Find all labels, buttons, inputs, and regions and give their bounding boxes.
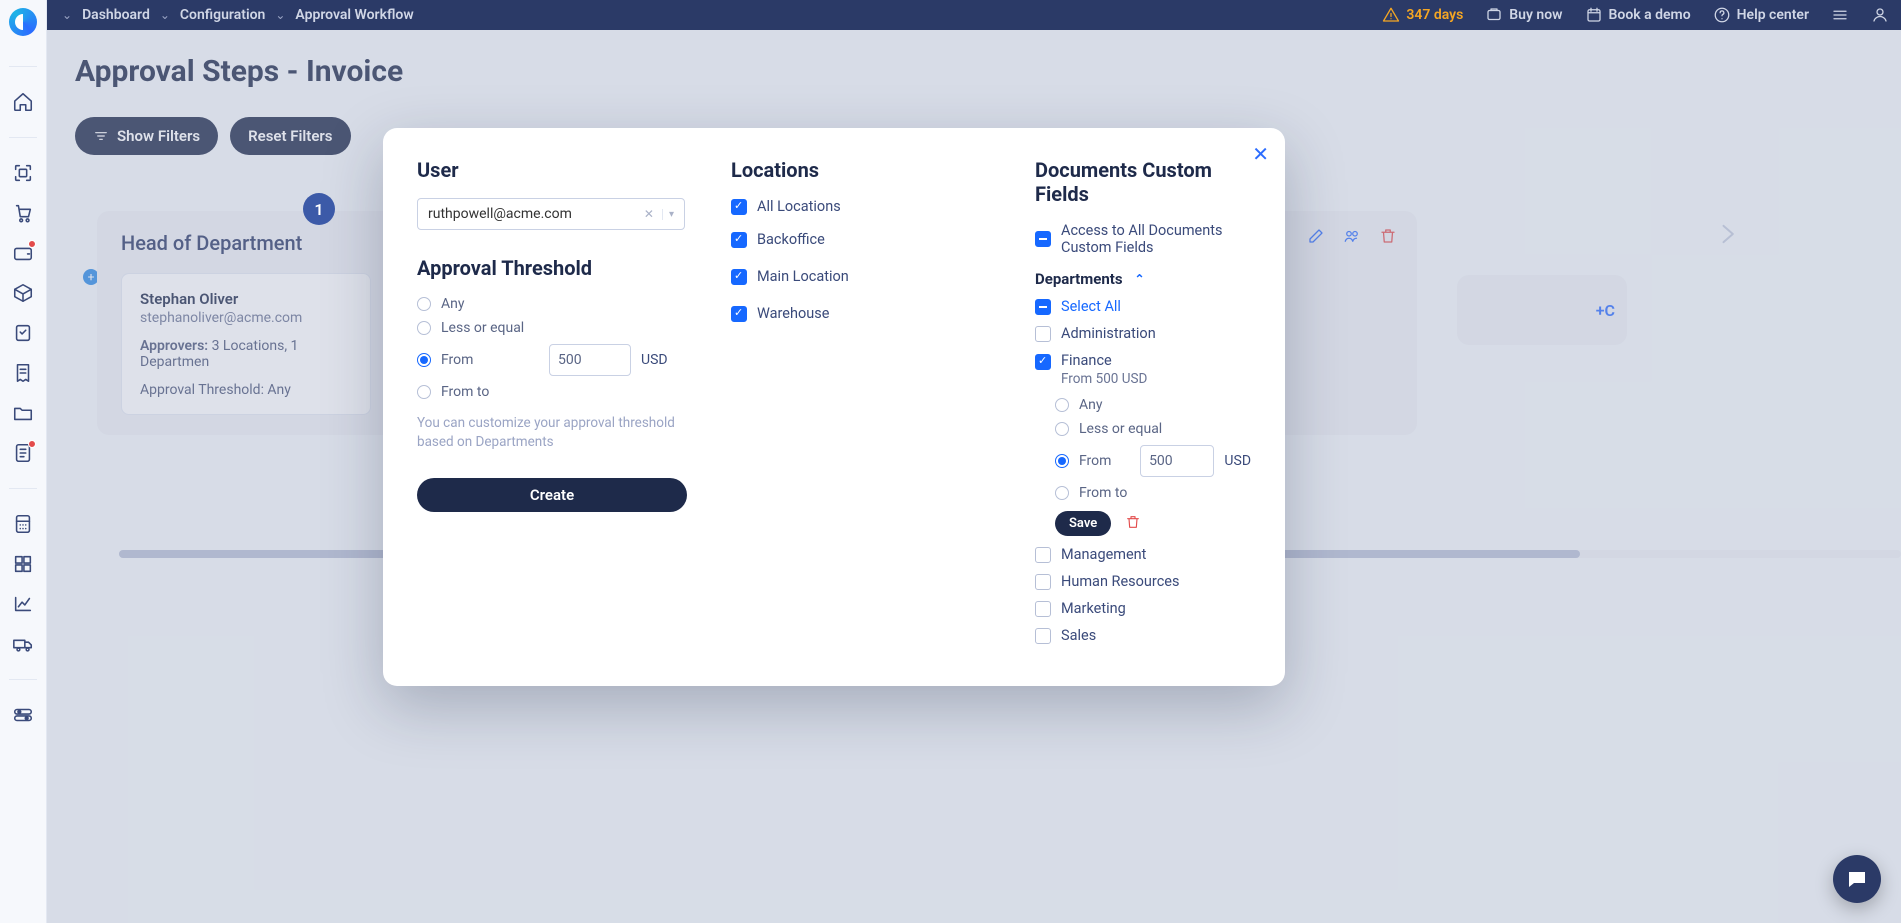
- help-center-label: Help center: [1737, 7, 1809, 23]
- buy-now-link[interactable]: Buy now: [1485, 6, 1562, 24]
- nested-le-radio[interactable]: [1055, 422, 1069, 436]
- threshold-fromto-radio[interactable]: [417, 385, 431, 399]
- locations-heading: Locations: [731, 158, 991, 182]
- book-demo-label: Book a demo: [1609, 7, 1691, 23]
- threshold-heading: Approval Threshold: [417, 256, 687, 280]
- departments-accordion[interactable]: Departments⌃: [1035, 270, 1251, 288]
- close-icon[interactable]: ✕: [1252, 142, 1269, 166]
- breadcrumb-approval-workflow[interactable]: Approval Workflow: [295, 7, 413, 23]
- chevron-down-icon: ⌄: [275, 8, 285, 22]
- loc-backoffice-checkbox[interactable]: [731, 232, 747, 248]
- invoice-icon[interactable]: [12, 442, 34, 464]
- book-demo-link[interactable]: Book a demo: [1585, 6, 1691, 24]
- threshold-le-radio[interactable]: [417, 321, 431, 335]
- top-nav: ⌄ Dashboard ⌄ Configuration ⌄ Approval W…: [0, 0, 1901, 30]
- nested-currency-label: USD: [1224, 453, 1251, 469]
- dropdown-icon[interactable]: ▾: [662, 209, 674, 220]
- dept-sales-checkbox[interactable]: [1035, 628, 1051, 644]
- chevron-down-icon: ⌄: [62, 8, 72, 22]
- chat-bubble-button[interactable]: [1833, 855, 1881, 903]
- dept-finance-checkbox[interactable]: [1035, 354, 1051, 370]
- trial-days[interactable]: 347 days: [1382, 6, 1463, 24]
- trial-days-label: 347 days: [1406, 7, 1463, 23]
- nested-value-input[interactable]: 500: [1140, 445, 1214, 477]
- threshold-hint: You can customize your approval threshol…: [417, 414, 687, 452]
- nested-fromto-radio[interactable]: [1055, 486, 1069, 500]
- settings-toggle-icon[interactable]: [12, 704, 34, 726]
- scan-icon[interactable]: [12, 162, 34, 184]
- help-center-link[interactable]: Help center: [1713, 6, 1809, 24]
- chart-icon[interactable]: [12, 593, 34, 615]
- help-icon: [1713, 6, 1731, 24]
- access-all-checkbox[interactable]: [1035, 231, 1051, 247]
- folder-icon[interactable]: [12, 402, 34, 424]
- delete-threshold-icon[interactable]: [1125, 514, 1141, 534]
- calendar-icon: [1585, 6, 1603, 24]
- user-icon[interactable]: [1871, 6, 1889, 24]
- select-all-link[interactable]: Select All: [1061, 298, 1121, 315]
- user-heading: User: [417, 158, 687, 182]
- dept-hr-checkbox[interactable]: [1035, 574, 1051, 590]
- save-button[interactable]: Save: [1055, 511, 1111, 536]
- cart-rail-icon[interactable]: [12, 202, 34, 224]
- truck-icon[interactable]: [12, 633, 34, 655]
- home-icon[interactable]: [12, 91, 34, 113]
- threshold-any-radio[interactable]: [417, 297, 431, 311]
- package-icon[interactable]: [12, 282, 34, 304]
- user-select[interactable]: ruthpowell@acme.com ✕ ▾: [417, 198, 685, 230]
- dept-management-checkbox[interactable]: [1035, 547, 1051, 563]
- nested-from-radio[interactable]: [1055, 454, 1069, 468]
- chevron-down-icon: ⌄: [160, 8, 170, 22]
- chevron-up-icon: ⌃: [1135, 272, 1145, 286]
- user-select-value: ruthpowell@acme.com: [428, 206, 572, 222]
- boxes-icon[interactable]: [12, 553, 34, 575]
- cart-icon: [1485, 6, 1503, 24]
- breadcrumb: ⌄ Dashboard ⌄ Configuration ⌄ Approval W…: [62, 7, 414, 23]
- calculator-icon[interactable]: [12, 513, 34, 535]
- step-number-badge: 1: [303, 193, 335, 225]
- loc-warehouse-checkbox[interactable]: [731, 306, 747, 322]
- main-area: Approval Steps - Invoice Show Filters Re…: [47, 30, 1901, 923]
- checklist-icon[interactable]: [12, 322, 34, 344]
- select-all-checkbox[interactable]: [1035, 299, 1051, 315]
- dept-marketing-checkbox[interactable]: [1035, 601, 1051, 617]
- warning-icon: [1382, 6, 1400, 24]
- breadcrumb-configuration[interactable]: Configuration: [180, 7, 265, 23]
- receipt-icon[interactable]: [12, 362, 34, 384]
- menu-icon[interactable]: [1831, 6, 1849, 24]
- dept-admin-checkbox[interactable]: [1035, 326, 1051, 342]
- create-button[interactable]: Create: [417, 478, 687, 512]
- buy-now-label: Buy now: [1509, 7, 1562, 23]
- create-approver-modal: ✕ User ruthpowell@acme.com ✕ ▾ Approval …: [383, 128, 1285, 686]
- nested-any-radio[interactable]: [1055, 398, 1069, 412]
- wallet-icon[interactable]: [12, 242, 34, 264]
- side-rail: [0, 0, 47, 923]
- clear-icon[interactable]: ✕: [640, 207, 658, 221]
- loc-main-checkbox[interactable]: [731, 269, 747, 285]
- currency-label: USD: [641, 352, 668, 368]
- loc-all-checkbox[interactable]: [731, 199, 747, 215]
- threshold-value-input[interactable]: 500: [549, 344, 631, 376]
- dept-finance-subline: From 500 USD: [1061, 371, 1147, 387]
- custom-fields-heading: Documents Custom Fields: [1035, 158, 1251, 206]
- threshold-from-radio[interactable]: [417, 353, 431, 367]
- app-logo[interactable]: [9, 8, 37, 36]
- breadcrumb-dashboard[interactable]: Dashboard: [82, 7, 150, 23]
